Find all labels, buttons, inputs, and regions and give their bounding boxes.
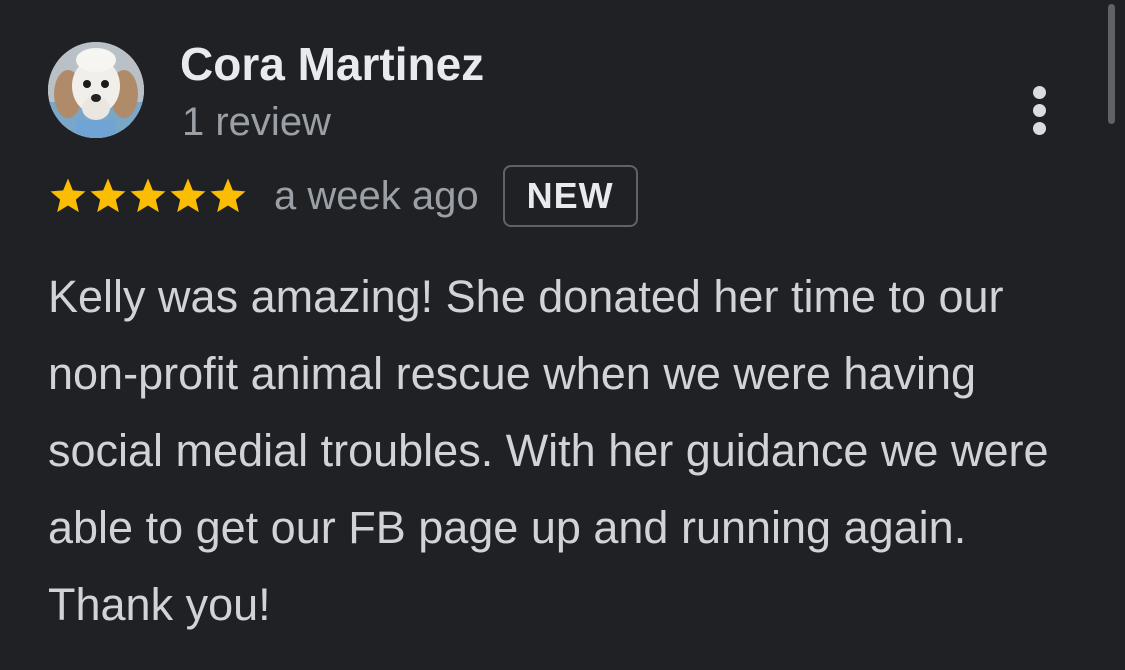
more-vertical-icon-dot xyxy=(1033,104,1046,117)
star-icon xyxy=(90,178,126,213)
star-icon xyxy=(170,178,206,213)
review-text: Kelly was amazing! She donated her time … xyxy=(48,271,1049,630)
review-card: Cora Martinez 1 review a week ago NEW Ke… xyxy=(0,0,1125,670)
reviewer-avatar[interactable] xyxy=(48,42,144,138)
star-rating xyxy=(48,164,248,228)
scrollbar-thumb[interactable] xyxy=(1108,4,1115,124)
star-icon xyxy=(50,178,86,213)
more-vertical-icon-dot xyxy=(1033,122,1046,135)
star-icon xyxy=(210,178,246,213)
more-options-button[interactable] xyxy=(1018,80,1062,140)
review-time: a week ago xyxy=(274,174,479,218)
rating-row: a week ago NEW xyxy=(48,164,638,228)
new-badge: NEW xyxy=(502,165,638,227)
poodle-avatar-image xyxy=(48,42,144,138)
review-count: 1 review xyxy=(182,100,331,144)
more-vertical-icon xyxy=(1033,86,1046,99)
star-icon xyxy=(130,178,166,213)
reviewer-name[interactable]: Cora Martinez xyxy=(180,34,484,94)
